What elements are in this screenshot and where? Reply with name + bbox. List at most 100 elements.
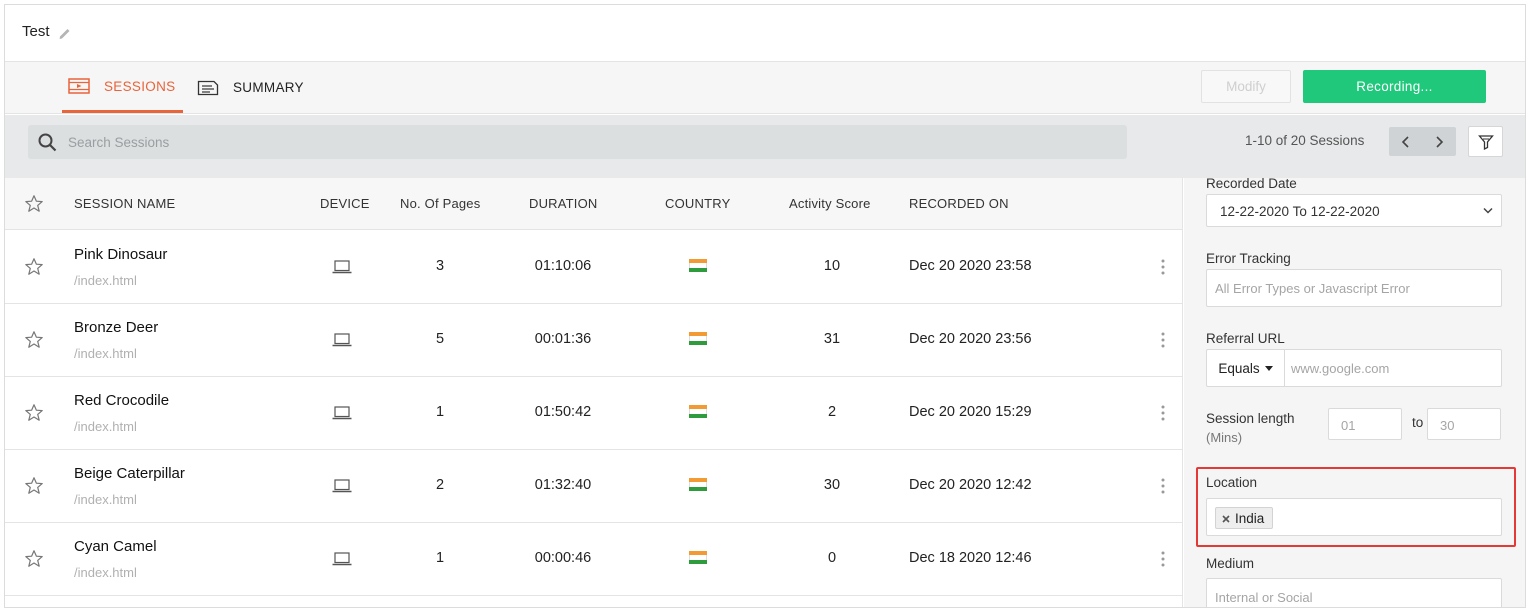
pagination-controls (1389, 127, 1456, 156)
recorded-on: Dec 20 2020 15:29 (909, 404, 1032, 420)
activity-score: 10 (823, 258, 841, 274)
column-header-device[interactable]: DEVICE (320, 178, 370, 230)
session-name[interactable]: Beige Caterpillar (74, 465, 185, 482)
referral-operator-select[interactable]: Equals (1207, 350, 1285, 386)
star-icon[interactable] (24, 257, 44, 277)
search-input[interactable] (68, 125, 1108, 159)
error-tracking-input[interactable]: All Error Types or Javascript Error (1206, 269, 1502, 307)
tabs-bar: SESSIONS SUMMARY Modify Recording... (5, 62, 1525, 114)
india-flag-icon (689, 551, 707, 564)
page-title: Test (22, 23, 50, 40)
india-flag-icon (689, 405, 707, 418)
session-length-label: Session length (1206, 411, 1295, 426)
chevron-down-icon (1483, 207, 1493, 214)
summary-icon (197, 80, 219, 96)
column-header-recorded-on[interactable]: RECORDED ON (909, 178, 1009, 230)
table-header: SESSION NAME DEVICE No. Of Pages DURATIO… (5, 178, 1182, 230)
medium-input[interactable]: Internal or Social (1206, 578, 1502, 607)
column-header-session-name[interactable]: SESSION NAME (74, 178, 175, 230)
duration: 01:50:42 (534, 404, 592, 420)
recorded-date-label: Recorded Date (1206, 176, 1297, 191)
recorded-on: Dec 18 2020 12:46 (909, 550, 1032, 566)
star-all-icon[interactable] (24, 194, 44, 214)
pencil-icon[interactable] (57, 25, 73, 41)
activity-score: 2 (827, 404, 837, 420)
activity-score: 0 (827, 550, 837, 566)
filter-icon (1477, 134, 1494, 150)
laptop-icon (332, 333, 352, 347)
modify-button[interactable]: Modify (1201, 70, 1291, 103)
table-row[interactable]: Pink Dinosaur /index.html 3 01:10:06 10 … (5, 231, 1182, 304)
error-tracking-label: Error Tracking (1206, 251, 1291, 266)
laptop-icon (332, 260, 352, 274)
location-input[interactable]: India (1206, 498, 1502, 536)
column-header-country[interactable]: COUNTRY (665, 178, 730, 230)
prev-page-button[interactable] (1389, 127, 1422, 156)
activity-score: 30 (823, 477, 841, 493)
star-icon[interactable] (24, 476, 44, 496)
session-path: /index.html (74, 492, 137, 507)
search-icon (38, 133, 57, 152)
session-name[interactable]: Bronze Deer (74, 319, 158, 336)
search-box (28, 125, 1127, 159)
laptop-icon (332, 479, 352, 493)
session-path: /index.html (74, 419, 137, 434)
session-name[interactable]: Red Crocodile (74, 392, 169, 409)
medium-label: Medium (1206, 556, 1255, 571)
column-header-duration[interactable]: DURATION (529, 178, 598, 230)
table-row[interactable]: Bronze Deer /index.html 5 00:01:36 31 De… (5, 304, 1182, 377)
session-path: /index.html (74, 346, 137, 361)
recorded-date-value: 12-22-2020 To 12-22-2020 (1220, 204, 1380, 219)
duration: 01:10:06 (534, 258, 592, 274)
star-icon[interactable] (24, 549, 44, 569)
session-name[interactable]: Pink Dinosaur (74, 246, 167, 263)
recorded-on: Dec 20 2020 12:42 (909, 477, 1032, 493)
filter-button[interactable] (1468, 126, 1503, 157)
tab-summary[interactable]: SUMMARY (197, 62, 304, 113)
medium-placeholder: Internal or Social (1215, 590, 1313, 605)
recorded-on: Dec 20 2020 23:56 (909, 331, 1032, 347)
more-options-icon[interactable] (1161, 404, 1165, 422)
sessions-table: SESSION NAME DEVICE No. Of Pages DURATIO… (5, 178, 1183, 607)
column-header-activity-score[interactable]: Activity Score (789, 178, 871, 230)
activity-score: 31 (823, 331, 841, 347)
close-icon[interactable] (1222, 511, 1230, 526)
star-icon[interactable] (24, 330, 44, 350)
location-chip-label: India (1235, 510, 1265, 526)
next-page-button[interactable] (1422, 127, 1455, 156)
referral-url-input[interactable]: www.google.com (1291, 361, 1389, 376)
session-length-from-placeholder: 01 (1341, 418, 1356, 433)
duration: 00:00:46 (534, 550, 592, 566)
tab-sessions[interactable]: SESSIONS (62, 62, 184, 113)
table-row[interactable]: Beige Caterpillar /index.html 2 01:32:40… (5, 450, 1182, 523)
table-row[interactable]: Red Crocodile /index.html 1 01:50:42 2 D… (5, 377, 1182, 450)
table-row[interactable]: Cyan Camel /index.html 1 00:00:46 0 Dec … (5, 523, 1182, 596)
session-length-from-input[interactable]: 01 (1328, 408, 1402, 440)
page-count: 2 (435, 477, 445, 493)
session-path: /index.html (74, 565, 137, 580)
location-chip[interactable]: India (1215, 507, 1274, 529)
session-length-to-input[interactable]: 30 (1427, 408, 1501, 440)
recorded-date-select[interactable]: 12-22-2020 To 12-22-2020 (1206, 194, 1502, 227)
recording-button[interactable]: Recording... (1303, 70, 1486, 103)
column-header-pages[interactable]: No. Of Pages (400, 178, 480, 230)
more-options-icon[interactable] (1161, 331, 1165, 349)
tab-sessions-label: SESSIONS (104, 78, 176, 94)
more-options-icon[interactable] (1161, 477, 1165, 495)
star-icon[interactable] (24, 403, 44, 423)
more-options-icon[interactable] (1161, 550, 1165, 568)
duration: 00:01:36 (534, 331, 592, 347)
page-count: 5 (435, 331, 445, 347)
search-bar: 1-10 of 20 Sessions (5, 115, 1525, 178)
chevron-left-icon (1401, 135, 1409, 148)
caret-down-icon (1264, 365, 1273, 371)
pagination-text: 1-10 of 20 Sessions (1245, 133, 1365, 148)
location-label: Location (1206, 475, 1258, 490)
session-name[interactable]: Cyan Camel (74, 538, 157, 555)
india-flag-icon (689, 259, 707, 272)
india-flag-icon (689, 478, 707, 491)
filter-panel: Recorded Date 12-22-2020 To 12-22-2020 E… (1184, 176, 1525, 607)
referral-url-label: Referral URL (1206, 331, 1285, 346)
india-flag-icon (689, 332, 707, 345)
more-options-icon[interactable] (1161, 258, 1165, 276)
